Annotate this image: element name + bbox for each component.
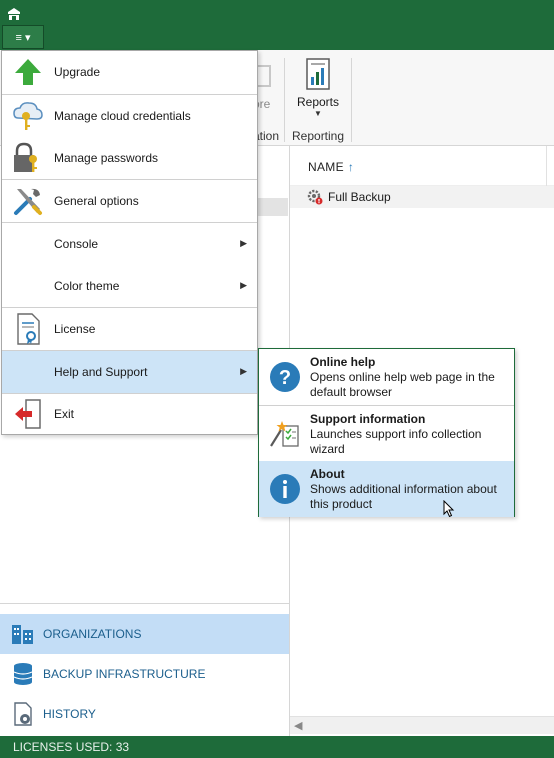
submenu-item-description: Launches support info collection wizard (310, 427, 482, 456)
wand-checklist-icon (269, 418, 301, 450)
menu-item-label: Manage passwords (54, 151, 159, 165)
list-item-label: Full Backup (328, 190, 391, 204)
reports-button[interactable]: Reports ▼ (292, 58, 344, 124)
name-column-header[interactable]: NAME ↑ (290, 146, 554, 186)
menu-item-manage-passwords[interactable]: Manage passwords (2, 137, 257, 179)
help-submenu: ? Online help Opens online help web page… (258, 348, 515, 517)
menu-item-label: Help and Support (54, 365, 148, 379)
submenu-item-description: Shows additional information about this … (310, 482, 497, 511)
horizontal-scrollbar[interactable]: ◀ (290, 716, 554, 734)
submenu-item-support-information[interactable]: Support information Launches support inf… (259, 406, 514, 462)
organizations-icon (10, 621, 36, 647)
title-bar (0, 0, 554, 50)
cloud-key-icon (12, 100, 44, 132)
menu-item-label: License (54, 322, 96, 336)
menu-item-exit[interactable]: Exit (2, 394, 257, 434)
exit-door-icon (12, 398, 44, 430)
menu-item-manage-cloud-credentials[interactable]: Manage cloud credentials (2, 95, 257, 137)
submenu-item-online-help[interactable]: ? Online help Opens online help web page… (259, 349, 514, 405)
lock-key-icon (12, 142, 44, 174)
menu-item-label: Manage cloud credentials (54, 109, 191, 123)
column-name-label: NAME (308, 160, 344, 174)
submenu-arrow-icon: ▶ (240, 238, 247, 248)
history-icon (10, 701, 36, 727)
nav-item-label: HISTORY (43, 707, 96, 721)
menu-item-upgrade[interactable]: Upgrade (2, 51, 257, 94)
sort-ascending-icon: ↑ (347, 160, 355, 174)
menu-item-label: General options (54, 194, 139, 208)
submenu-arrow-icon: ▶ (240, 280, 247, 290)
database-icon (10, 661, 36, 687)
submenu-item-title: Support information (310, 412, 426, 426)
license-document-icon (12, 313, 44, 345)
reporting-group-label: Reporting (292, 129, 345, 143)
submenu-item-about[interactable]: About Shows additional information about… (259, 461, 514, 517)
status-bar: LICENSES USED: 33 (0, 736, 554, 758)
backup-job-icon (307, 189, 323, 205)
main-menu-button[interactable]: ≡ ▾ (2, 25, 44, 49)
upgrade-arrow-icon (12, 56, 44, 88)
nav-item-label: BACKUP INFRASTRUCTURE (43, 667, 206, 681)
reports-icon (306, 58, 330, 90)
submenu-item-title: About (310, 467, 345, 481)
menu-item-label: Color theme (54, 279, 120, 293)
menu-item-label: Upgrade (54, 65, 101, 79)
scroll-left-icon[interactable]: ◀ (294, 719, 302, 732)
info-circle-icon (269, 473, 301, 505)
app-logo-icon (8, 8, 20, 20)
menu-item-label: Console (54, 237, 99, 251)
submenu-item-description: Opens online help web page in the defaul… (310, 370, 495, 399)
main-menu: Upgrade Manage cloud credentials Manage … (1, 50, 258, 435)
column-divider[interactable] (546, 146, 547, 186)
mouse-pointer-icon (443, 500, 455, 518)
list-item[interactable]: Full Backup (290, 186, 554, 208)
nav-item-label: ORGANIZATIONS (43, 627, 142, 641)
submenu-arrow-icon: ▶ (240, 366, 247, 376)
question-circle-icon: ? (269, 361, 301, 393)
menu-item-console[interactable]: Console ▶ (2, 223, 257, 265)
nav-item-organizations[interactable]: ORGANIZATIONS (0, 614, 289, 654)
menu-item-general-options[interactable]: General options (2, 180, 257, 222)
tree-selection-highlight (258, 198, 288, 216)
nav-item-history[interactable]: HISTORY (0, 694, 289, 734)
nav-item-backup-infrastructure[interactable]: BACKUP INFRASTRUCTURE (0, 654, 289, 694)
menu-item-license[interactable]: License (2, 308, 257, 350)
reports-dropdown-icon[interactable]: ▼ (292, 109, 344, 118)
reports-button-label: Reports (296, 95, 340, 109)
submenu-item-title: Online help (310, 355, 376, 369)
nav-divider (0, 603, 289, 604)
tools-icon (12, 185, 44, 217)
menu-item-help-and-support[interactable]: Help and Support ▶ (2, 351, 257, 393)
name-column-header-label: NAME ↑ (308, 160, 354, 174)
licenses-used-status: LICENSES USED: 33 (13, 740, 130, 754)
svg-text:?: ? (279, 367, 291, 389)
ribbon-group-divider (351, 58, 352, 142)
menu-item-color-theme[interactable]: Color theme ▶ (2, 265, 257, 307)
ribbon-group-divider (284, 58, 285, 142)
menu-item-label: Exit (54, 407, 75, 421)
